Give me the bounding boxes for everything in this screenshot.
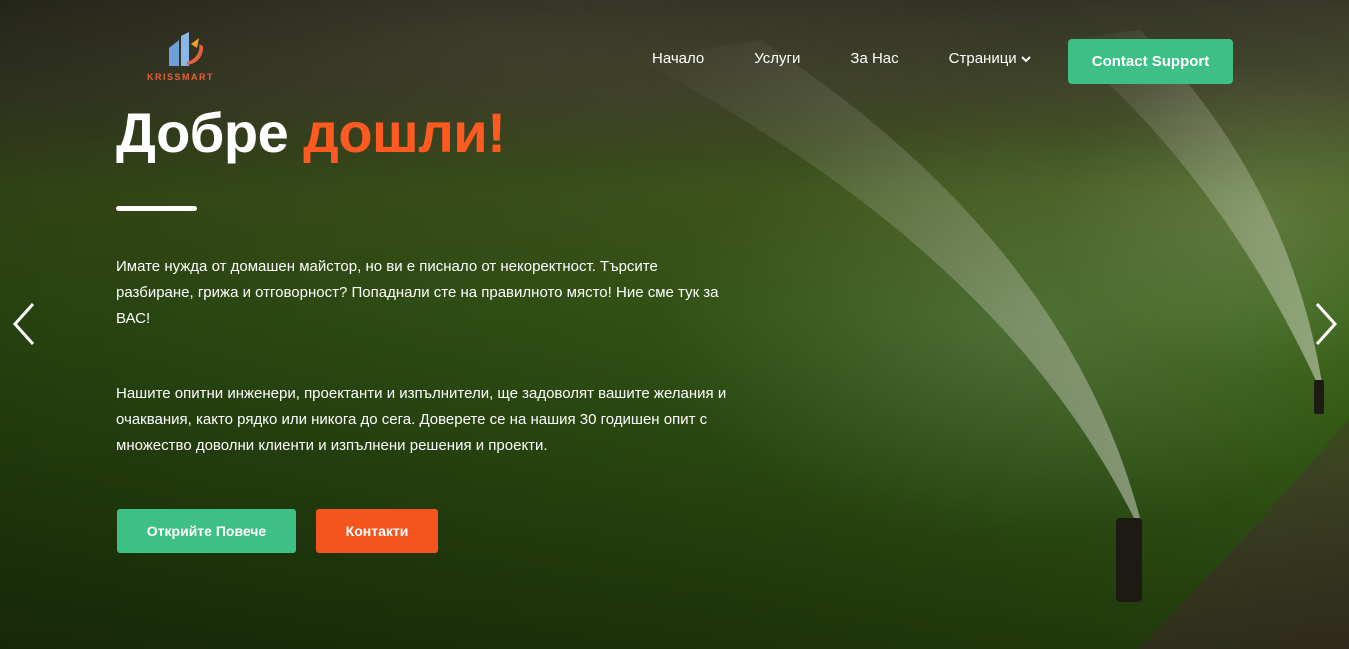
title-underline <box>116 206 197 211</box>
chevron-right-icon[interactable] <box>1311 300 1341 348</box>
main-nav: Начало Услуги За Нас Страници <box>652 50 1031 67</box>
hero-title-accent: дошли! <box>303 101 506 164</box>
house-logo-icon <box>169 32 204 66</box>
site-header: KRISSMART Начало Услуги За Нас Страници … <box>0 0 1349 100</box>
brand-logo[interactable]: KRISSMART <box>147 32 223 84</box>
chevron-down-icon <box>1020 55 1031 62</box>
discover-more-button[interactable]: Открийте Повече <box>117 509 296 553</box>
hero-slider: KRISSMART Начало Услуги За Нас Страници … <box>0 0 1349 649</box>
brand-name: KRISSMART <box>147 72 214 82</box>
contacts-button[interactable]: Контакти <box>316 509 438 553</box>
nav-item-pages-label: Страници <box>948 50 1017 67</box>
nav-item-services[interactable]: Услуги <box>754 50 800 67</box>
contact-support-button[interactable]: Contact Support <box>1068 39 1233 84</box>
nav-item-home[interactable]: Начало <box>652 50 704 67</box>
nav-item-about[interactable]: За Нас <box>850 50 898 67</box>
nav-item-pages[interactable]: Страници <box>949 50 1031 67</box>
chevron-left-icon[interactable] <box>9 300 39 348</box>
hero-title: Добре дошли! <box>116 100 506 165</box>
hero-paragraph-2: Нашите опитни инженери, проектанти и изп… <box>116 385 727 454</box>
hero-paragraph-1: Имате нужда от домашен майстор, но ви е … <box>116 258 719 327</box>
hero-title-part1: Добре <box>116 101 289 164</box>
